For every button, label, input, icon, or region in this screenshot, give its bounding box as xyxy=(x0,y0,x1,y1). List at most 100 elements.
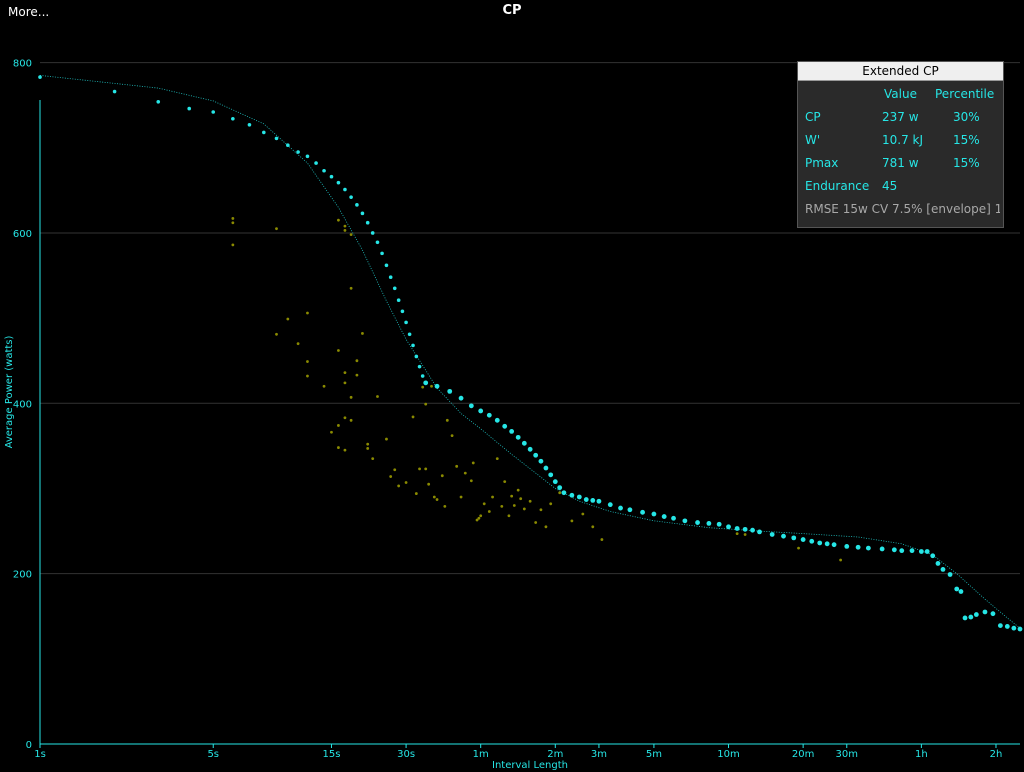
col-value-header: Value xyxy=(884,87,917,101)
col-percentile-header: Percentile xyxy=(935,87,995,101)
y-tick-label: 200 xyxy=(13,570,32,581)
effort-point xyxy=(385,437,388,441)
curve-point xyxy=(478,408,484,414)
effort-point xyxy=(343,228,347,232)
curve-point xyxy=(375,240,380,245)
curve-point xyxy=(661,514,667,519)
curve-point xyxy=(543,465,549,471)
effort-point xyxy=(469,479,473,483)
curve-point xyxy=(997,623,1003,629)
x-tick-label: 20m xyxy=(792,749,814,760)
curve-point xyxy=(423,380,429,386)
curve-point xyxy=(716,521,722,527)
effort-point xyxy=(463,471,467,475)
effort-point xyxy=(479,514,483,518)
curve-point xyxy=(447,388,453,394)
curve-point xyxy=(247,122,252,127)
y-tick-label: 400 xyxy=(13,399,32,410)
curve-point xyxy=(336,180,341,185)
curve-point xyxy=(552,479,558,485)
curve-point xyxy=(671,515,676,521)
curve-point xyxy=(940,566,946,572)
efforts-points xyxy=(231,217,843,562)
curve-point xyxy=(800,537,806,542)
effort-point xyxy=(591,525,595,529)
effort-point xyxy=(337,218,340,222)
curve-point xyxy=(411,343,415,348)
curve-point xyxy=(958,589,964,594)
effort-point xyxy=(570,519,574,523)
effort-point xyxy=(491,495,494,499)
curve-point xyxy=(502,423,508,429)
curve-point xyxy=(548,472,554,478)
curve-point xyxy=(734,526,740,531)
curve-point xyxy=(781,533,786,539)
y-axis-title: Average Power (watts) xyxy=(4,335,15,448)
effort-point xyxy=(522,507,526,511)
effort-point xyxy=(549,502,553,506)
effort-point xyxy=(430,384,433,388)
curve-point xyxy=(769,532,775,537)
effort-point xyxy=(275,332,278,336)
effort-point xyxy=(349,395,353,399)
panel-label: W' xyxy=(805,133,821,147)
effort-point xyxy=(231,217,235,220)
y-tick-label: 800 xyxy=(13,59,32,70)
effort-point xyxy=(404,481,408,484)
curve-point xyxy=(865,545,871,551)
curve-point xyxy=(404,320,408,325)
curve-point xyxy=(468,403,474,409)
effort-point xyxy=(231,221,235,225)
effort-point xyxy=(459,495,463,499)
effort-point xyxy=(343,381,347,385)
x-axis-title: Interval Length xyxy=(492,760,568,771)
x-tick-label: 5s xyxy=(207,749,219,760)
effort-point xyxy=(445,418,449,422)
curve-point xyxy=(947,572,953,577)
curve-point xyxy=(380,251,384,256)
effort-point xyxy=(361,332,364,335)
effort-point xyxy=(397,484,401,488)
y-tick-label: 0 xyxy=(26,740,32,751)
effort-point xyxy=(482,502,486,506)
effort-point xyxy=(487,510,491,513)
effort-point xyxy=(343,448,347,452)
curve-point xyxy=(682,518,688,524)
effort-point xyxy=(376,395,379,398)
curve-point xyxy=(924,549,930,554)
effort-point xyxy=(389,475,393,478)
curve-point xyxy=(930,553,936,559)
curve-point xyxy=(494,417,500,423)
effort-point xyxy=(411,415,415,419)
effort-point xyxy=(735,532,739,536)
effort-point xyxy=(471,461,475,465)
effort-point xyxy=(275,227,278,231)
curve-point xyxy=(824,541,830,547)
curve-point xyxy=(231,117,235,121)
x-tick-label: 2m xyxy=(547,749,563,760)
effort-point xyxy=(343,416,347,420)
effort-point xyxy=(743,533,747,536)
panel-title: Extended CP xyxy=(798,62,1003,81)
effort-point xyxy=(296,342,300,346)
panel-value: 10.7 kJ xyxy=(882,133,924,147)
effort-point xyxy=(528,499,532,503)
x-tick-label: 15s xyxy=(323,749,341,760)
curve-point xyxy=(990,611,996,617)
effort-point xyxy=(366,447,370,450)
curve-point xyxy=(355,203,359,207)
curve-point xyxy=(607,502,613,508)
curve-point xyxy=(968,614,974,620)
curve-point xyxy=(706,520,712,526)
effort-point xyxy=(306,374,309,378)
effort-point xyxy=(440,474,444,478)
extended-cp-panel: Extended CP Value Percentile CP 237 w 30% W… xyxy=(797,61,1004,228)
effort-point xyxy=(519,497,523,501)
curve-point xyxy=(211,110,216,114)
effort-point xyxy=(600,538,604,541)
curve-point xyxy=(891,547,897,553)
panel-value: 781 w xyxy=(882,156,919,170)
curve-point xyxy=(527,446,533,452)
curve-point xyxy=(509,429,515,434)
curve-point xyxy=(590,497,596,503)
